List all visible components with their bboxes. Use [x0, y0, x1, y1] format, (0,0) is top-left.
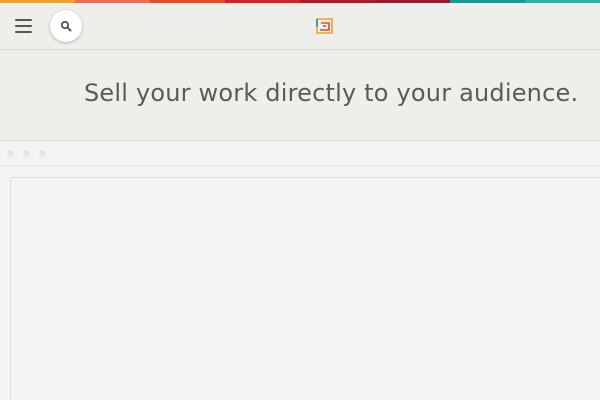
site-logo-icon[interactable]	[315, 17, 335, 35]
search-button[interactable]	[50, 10, 82, 42]
menu-bar-line	[15, 25, 32, 27]
content-panel	[10, 177, 600, 400]
menu-bar-line	[15, 31, 32, 33]
top-navigation-bar	[0, 3, 600, 50]
menu-bar-line	[15, 19, 32, 21]
content-area	[0, 142, 600, 400]
hero-headline: Sell your work directly to your audience…	[84, 79, 579, 107]
loading-dots	[7, 150, 46, 157]
hamburger-menu-icon[interactable]	[15, 17, 35, 35]
hero-banner: Sell your work directly to your audience…	[0, 51, 600, 141]
loading-dot	[39, 150, 46, 157]
search-icon	[60, 20, 72, 32]
loading-dot	[7, 150, 14, 157]
divider	[0, 165, 600, 166]
loading-dot	[23, 150, 30, 157]
